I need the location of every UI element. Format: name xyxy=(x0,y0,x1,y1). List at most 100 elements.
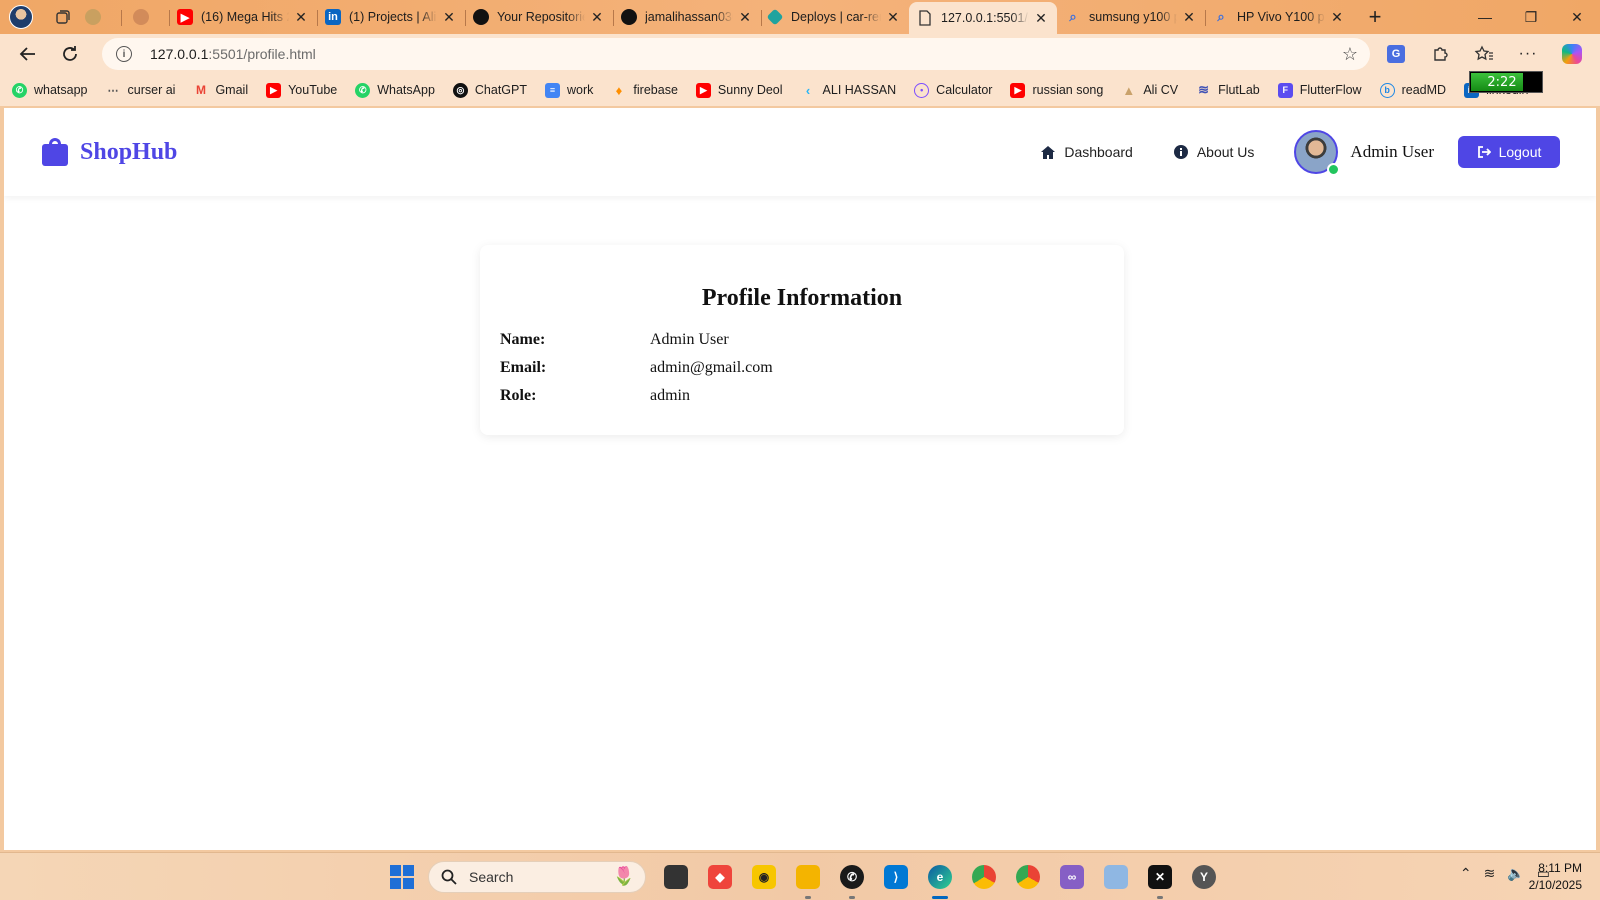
minimize-icon[interactable]: — xyxy=(1462,0,1508,34)
clock-time: 8:11 PM xyxy=(1538,861,1582,875)
readme-icon: b xyxy=(1379,82,1395,98)
bookmark-item[interactable]: M Gmail xyxy=(193,83,248,98)
online-status-dot xyxy=(1327,163,1341,176)
tab-netlify[interactable]: Deploys | car-rental ✕ xyxy=(761,2,909,32)
bookmarks-bar: ✆ whatsapp ⋯ curser ai M Gmail ▶ YouTube ✆ Wh… xyxy=(0,74,1600,106)
close-icon[interactable]: ✕ xyxy=(293,9,309,25)
bookmark-item[interactable]: • Calculator xyxy=(914,82,992,98)
tab-title: jamalihassan0307 xyxy=(645,10,733,24)
user-avatar[interactable] xyxy=(1294,130,1341,176)
system-clock[interactable]: 8:11 PM 2/10/2025 xyxy=(1529,860,1582,894)
close-icon[interactable]: ✕ xyxy=(885,9,901,25)
taskbar-app-capcut[interactable]: ✕ xyxy=(1138,859,1182,899)
bookmark-item[interactable]: ✆ whatsapp xyxy=(12,82,88,98)
taskbar-app-edge[interactable]: e xyxy=(918,859,962,899)
close-icon[interactable]: ✕ xyxy=(441,9,457,25)
taskbar-app-explorer[interactable] xyxy=(786,859,830,899)
workspaces-icon[interactable] xyxy=(53,7,73,27)
tab-linkedin[interactable]: in (1) Projects | Ali Hassan ✕ xyxy=(317,2,465,32)
anydesk-icon: ◆ xyxy=(708,865,732,889)
field-value: admin@gmail.com xyxy=(650,359,773,376)
chevron-up-icon[interactable]: ⌃ xyxy=(1460,865,1472,882)
bookmark-item[interactable]: F FlutterFlow xyxy=(1277,82,1362,98)
volume-icon[interactable]: 🔈 xyxy=(1507,865,1524,882)
start-button[interactable] xyxy=(390,865,414,889)
tab-search-vivo[interactable]: ⌕ HP Vivo Y100 price ✕ xyxy=(1205,2,1353,32)
tab-title: Your Repositories xyxy=(497,10,585,24)
taskbar-app-whatsapp[interactable]: ✆ xyxy=(830,859,874,899)
flutlab-icon: ≋ xyxy=(1198,82,1210,97)
tab-strip: ▶ (16) Mega Hits 2024 ✕ in (1) Projects … xyxy=(0,0,1600,34)
restore-icon[interactable]: ❐ xyxy=(1508,0,1554,34)
whatsapp-icon: ✆ xyxy=(355,82,371,98)
page-icon xyxy=(917,10,933,26)
bookmark-item[interactable]: ◎ ChatGPT xyxy=(452,82,527,98)
field-label: Name: xyxy=(500,331,546,348)
shopping-bag-icon xyxy=(42,138,68,166)
vscode-icon: ⟩ xyxy=(884,865,908,889)
taskbar-app-vscode[interactable]: ⟩ xyxy=(874,859,918,895)
bookmark-item[interactable]: ▲ Ali CV xyxy=(1121,83,1178,98)
bookmark-item[interactable]: ▶ YouTube xyxy=(266,82,337,98)
taskbar-app-chrome[interactable] xyxy=(962,859,1006,895)
copilot-button[interactable] xyxy=(1550,36,1594,72)
close-icon[interactable]: ✕ xyxy=(1329,9,1345,25)
nav-dashboard[interactable]: Dashboard xyxy=(1040,144,1133,160)
docs-icon: ≡ xyxy=(545,82,561,98)
bookmark-item[interactable]: ≡ work xyxy=(545,82,593,98)
tab-pinned-1[interactable] xyxy=(73,2,121,32)
extensions-button[interactable] xyxy=(1418,36,1462,72)
bookmark-item[interactable]: ✆ WhatsApp xyxy=(355,82,435,98)
search-icon: ⌕ xyxy=(1217,9,1225,24)
reload-button[interactable] xyxy=(52,36,88,72)
logout-label: Logout xyxy=(1498,144,1542,160)
taskbar-app-taskview[interactable] xyxy=(654,859,698,895)
new-tab-button[interactable]: + xyxy=(1361,3,1389,31)
logout-button[interactable]: Logout xyxy=(1458,136,1560,168)
tab-github-repos[interactable]: Your Repositories ✕ xyxy=(465,2,613,32)
taskbar-app-visualstudio[interactable]: ∞ xyxy=(1050,859,1094,895)
bookmark-item[interactable]: ♦ firebase xyxy=(611,83,678,98)
close-icon[interactable]: ✕ xyxy=(1181,9,1197,25)
netlify-icon xyxy=(766,8,784,26)
whatsapp-icon: ✆ xyxy=(12,82,27,98)
chart-icon xyxy=(1104,865,1128,889)
browser-profile-avatar[interactable] xyxy=(9,5,33,29)
tab-github-profile[interactable]: jamalihassan0307 ✕ xyxy=(613,2,761,32)
bookmark-star-icon[interactable]: ☆ xyxy=(1342,44,1358,65)
taskbar-app-anydesk[interactable]: ◆ xyxy=(698,859,742,895)
bookmark-item[interactable]: ≋ FlutLab xyxy=(1196,82,1260,98)
bookmark-item[interactable]: b readMD xyxy=(1379,82,1446,98)
close-icon[interactable]: ✕ xyxy=(737,9,753,25)
github-icon xyxy=(621,9,637,25)
tab-pinned-2[interactable] xyxy=(121,2,169,32)
copilot-icon xyxy=(1562,44,1582,64)
bookmark-item[interactable]: ⋯ curser ai xyxy=(106,83,176,98)
tab-youtube[interactable]: ▶ (16) Mega Hits 2024 ✕ xyxy=(169,2,317,32)
address-bar[interactable]: i 127.0.0.1:5501/profile.html ☆ xyxy=(102,38,1370,70)
bookmark-item[interactable]: ▶ Sunny Deol xyxy=(695,82,783,98)
tab-title: 127.0.0.1:5501/profile.html xyxy=(941,11,1029,25)
brand-logo[interactable]: ShopHub xyxy=(42,138,177,166)
taskbar-search[interactable]: Search 🌷 xyxy=(428,861,646,893)
taskbar-app-monitor[interactable] xyxy=(1094,859,1138,895)
bookmark-item[interactable]: ‹ ALI HASSAN xyxy=(801,83,896,98)
tab-active-profile[interactable]: 127.0.0.1:5501/profile.html ✕ xyxy=(909,2,1057,34)
github-icon xyxy=(473,9,489,25)
favorites-button[interactable] xyxy=(1462,36,1506,72)
site-info-icon[interactable]: i xyxy=(116,46,132,62)
taskbar-app-messenger[interactable]: ◉ xyxy=(742,859,786,895)
extension-icon xyxy=(133,9,149,25)
bookmark-item[interactable]: ▶ russian song xyxy=(1010,82,1103,98)
close-icon[interactable]: ✕ xyxy=(1033,10,1049,26)
wifi-icon[interactable]: ≋ xyxy=(1484,865,1496,882)
back-button[interactable] xyxy=(10,36,46,72)
tab-search-samsung[interactable]: ⌕ sumsung y100 price ✕ xyxy=(1057,2,1205,32)
nav-about[interactable]: About Us xyxy=(1173,144,1254,160)
close-icon[interactable]: ✕ xyxy=(589,9,605,25)
translate-button[interactable]: G xyxy=(1374,36,1418,72)
taskbar-app-chrome-2[interactable] xyxy=(1006,859,1050,895)
close-window-icon[interactable]: ✕ xyxy=(1554,0,1600,34)
taskbar-app-clock[interactable]: Y xyxy=(1182,859,1226,895)
more-menu-button[interactable]: ··· xyxy=(1506,36,1550,72)
